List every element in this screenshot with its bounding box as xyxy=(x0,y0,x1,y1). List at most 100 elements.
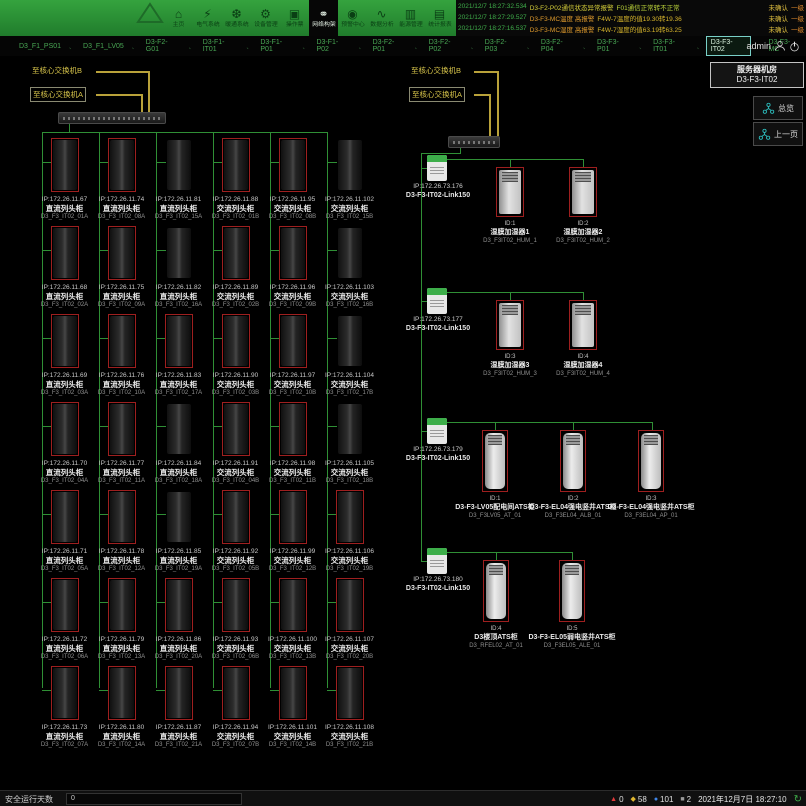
cabinet-image[interactable] xyxy=(336,138,364,192)
humidifier-device[interactable]: ID:2 湿膜加湿器2 D3_F3IT02_HUM_2 xyxy=(569,167,597,217)
cabinet-image[interactable] xyxy=(108,226,136,280)
device-tab[interactable]: 、 D3-F2-P03 xyxy=(468,36,524,56)
cabinet-image[interactable] xyxy=(222,490,250,544)
critical-count[interactable]: ▲0 xyxy=(610,795,623,804)
cabinet-image[interactable] xyxy=(51,138,79,192)
cabinet-image[interactable] xyxy=(279,226,307,280)
cabinet-image[interactable] xyxy=(222,314,250,368)
alarm-row[interactable]: 2021/12/7 18:27:16.537 D3-F3-MC湿度 高报警 F4… xyxy=(458,23,804,34)
cabinet-image[interactable] xyxy=(108,578,136,632)
humidifier-device[interactable]: ID:3 湿膜加湿器3 D3_F3IT02_HUM_3 xyxy=(496,300,524,350)
link150-gateway[interactable] xyxy=(427,548,447,574)
menu-item[interactable]: ⚙ 设备管理 xyxy=(251,0,280,36)
cabinet-image[interactable] xyxy=(165,490,193,544)
device-tab[interactable]: 、 D3-F3-IT01 xyxy=(636,36,694,56)
menu-item[interactable]: ⚡ 电气系统 xyxy=(193,0,222,36)
cabinet-image[interactable] xyxy=(222,226,250,280)
cabinet-image[interactable] xyxy=(279,314,307,368)
other-count[interactable]: ■2 xyxy=(680,795,691,804)
cabinet-image[interactable] xyxy=(336,314,364,368)
network-icon xyxy=(758,128,771,141)
warning-count[interactable]: ◆58 xyxy=(631,795,647,804)
menu-item[interactable]: ❆ 暖通系统 xyxy=(222,0,251,36)
device-tab[interactable]: D3_F1_PS01 xyxy=(8,40,66,53)
overview-button[interactable]: 总览 xyxy=(753,96,803,120)
access-switch-right[interactable] xyxy=(448,136,500,148)
cabinet-image[interactable] xyxy=(51,490,79,544)
device-tab[interactable]: 、 D3-F1-IT01 xyxy=(186,36,244,56)
device-tab[interactable]: 、 D3-F2-P01 xyxy=(356,36,412,56)
alarm-ticker[interactable]: 2021/12/7 18:27:32.534 D3-F2-P02通信状态异常报警… xyxy=(456,0,806,36)
menu-item[interactable]: ∿ 数据分析 xyxy=(367,0,396,36)
cabinet-image[interactable] xyxy=(222,402,250,456)
alarm-detail: F01通信正常转不正常 xyxy=(616,2,679,12)
device-graphic xyxy=(572,170,594,214)
device-tab[interactable]: 、 D3-F3-IT02 xyxy=(694,36,752,56)
cabinet-image[interactable] xyxy=(108,314,136,368)
cabinet-image[interactable] xyxy=(279,402,307,456)
cabinet-image[interactable] xyxy=(279,666,307,720)
cabinet-image[interactable] xyxy=(165,138,193,192)
previous-page-button[interactable]: 上一页 xyxy=(753,122,803,146)
device-tab[interactable]: 、 D3-F1-P02 xyxy=(299,36,355,56)
cabinet-cell: IP:172.26.11.84 直流列头柜 D3_F3_IT02_18A xyxy=(150,400,207,488)
menu-item[interactable]: ▣ 操作票 xyxy=(280,0,309,36)
cabinet-image[interactable] xyxy=(279,490,307,544)
alarm-row[interactable]: 2021/12/7 18:27:29.527 D3-F3-MC温度 高报警 F4… xyxy=(458,12,804,23)
cabinet-image[interactable] xyxy=(336,402,364,456)
info-count[interactable]: ●101 xyxy=(654,795,674,804)
cabinet-image[interactable] xyxy=(51,314,79,368)
access-switch-left[interactable] xyxy=(58,112,166,124)
cabinet-image[interactable] xyxy=(336,490,364,544)
cabinet-image[interactable] xyxy=(222,578,250,632)
cabinet-image[interactable] xyxy=(336,666,364,720)
cabinet-image[interactable] xyxy=(165,402,193,456)
power-icon[interactable] xyxy=(789,41,800,52)
device-tab[interactable]: 、 D3-F3-P01 xyxy=(580,36,636,56)
ats-device[interactable]: ID:1 D3-F3-LV05配电间ATS柜 D3_F3LV05_AT_01 xyxy=(482,430,508,492)
cabinet-image[interactable] xyxy=(165,314,193,368)
rack-graphic xyxy=(167,316,191,366)
uplink-label-core-switch-a: 至核心交换机A xyxy=(409,87,465,102)
menu-item[interactable]: ▥ 能源管理 xyxy=(396,0,425,36)
menu-item[interactable]: ⚭ 网络构架 xyxy=(309,0,338,36)
link150-gateway[interactable] xyxy=(427,155,447,181)
menu-item[interactable]: ▤ 统计报表 xyxy=(425,0,454,36)
ats-device[interactable]: ID:5 D3-F3-EL05弱电竖井ATS柜 D3_F3EL05_ALE_01 xyxy=(559,560,585,622)
ats-device[interactable]: ID:3 D3-F3-EL04强电竖井ATS柜 D3_F3EL04_AP_01 xyxy=(638,430,664,492)
cabinet-image[interactable] xyxy=(279,578,307,632)
cabinet-image[interactable] xyxy=(336,226,364,280)
cabinet-image[interactable] xyxy=(108,402,136,456)
cabinet-image[interactable] xyxy=(165,226,193,280)
refresh-icon[interactable]: ↻ xyxy=(794,794,802,805)
ats-device[interactable]: ID:2 D3-F3-EL04强电竖井ATS柜 D3_F3EL04_ALB_01 xyxy=(560,430,586,492)
alarm-row[interactable]: 2021/12/7 18:27:32.534 D3-F2-P02通信状态异常报警… xyxy=(458,1,804,12)
device-tab[interactable]: 、 D3-F2-P02 xyxy=(412,36,468,56)
cabinet-image[interactable] xyxy=(51,226,79,280)
cabinet-image[interactable] xyxy=(279,138,307,192)
cabinet-image[interactable] xyxy=(108,138,136,192)
device-tab[interactable]: 、 D3-F2-G01 xyxy=(129,36,186,56)
cabinet-image[interactable] xyxy=(336,578,364,632)
humidifier-device[interactable]: ID:4 湿膜加湿器4 D3_F3IT02_HUM_4 xyxy=(569,300,597,350)
cabinet-image[interactable] xyxy=(51,666,79,720)
ats-device[interactable]: ID:4 D3楼顶ATS柜 D3_RFEL02_AT_01 xyxy=(483,560,509,622)
cabinet-image[interactable] xyxy=(165,578,193,632)
cabinet-image[interactable] xyxy=(51,578,79,632)
device-tab[interactable]: 、 D3-F1-P01 xyxy=(243,36,299,56)
menu-item[interactable]: ◉ 预警中心 xyxy=(338,0,367,36)
link150-gateway[interactable] xyxy=(427,418,447,444)
cabinet-image[interactable] xyxy=(108,666,136,720)
cabinet-image[interactable] xyxy=(51,402,79,456)
menu-item[interactable]: ⌂ 主页 xyxy=(164,0,193,36)
device-tab[interactable]: 、 D3_F1_LV05 xyxy=(66,40,129,53)
cabinet-image[interactable] xyxy=(165,666,193,720)
user-area[interactable]: admin xyxy=(746,36,800,56)
cabinet-image[interactable] xyxy=(222,666,250,720)
cabinet-image[interactable] xyxy=(222,138,250,192)
cabinet-image[interactable] xyxy=(108,490,136,544)
humidifier-device[interactable]: ID:1 湿膜加湿器1 D3_F3IT02_HUM_1 xyxy=(496,167,524,217)
user-icon[interactable] xyxy=(774,40,786,52)
link150-gateway[interactable] xyxy=(427,288,447,314)
device-tab[interactable]: 、 D3-F2-P04 xyxy=(524,36,580,56)
